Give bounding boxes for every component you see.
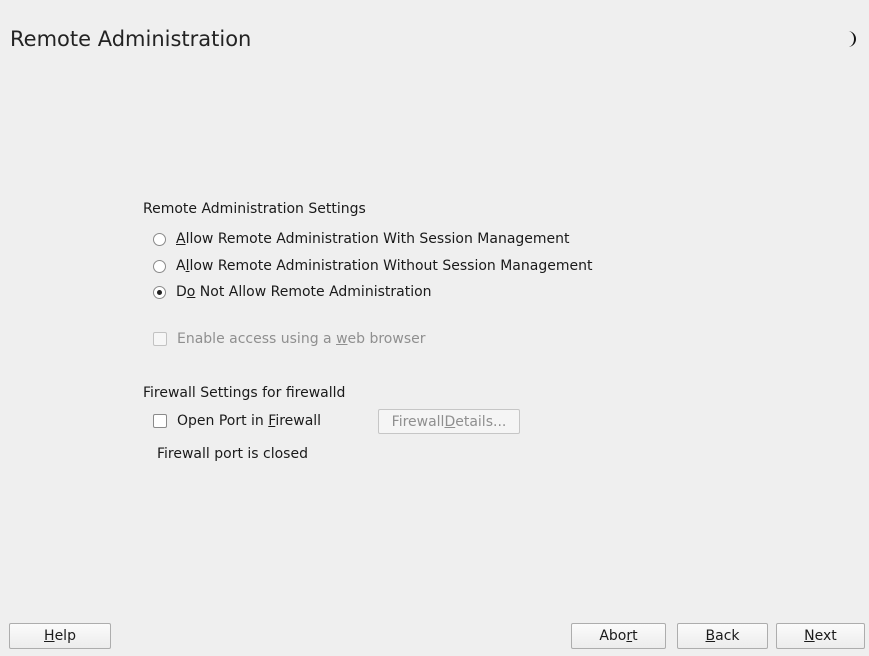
web-access-checkbox-row[interactable]: Enable access using a web browser bbox=[153, 329, 425, 349]
firewall-group-label: Firewall Settings for firewalld bbox=[143, 385, 346, 401]
firewall-details-button[interactable]: Firewall Details... bbox=[378, 409, 520, 434]
radio-do-not-allow[interactable]: Do Not Allow Remote Administration bbox=[153, 282, 432, 302]
open-port-checkbox[interactable] bbox=[153, 414, 167, 428]
radio-button[interactable] bbox=[153, 232, 166, 246]
radio-button[interactable] bbox=[153, 259, 166, 273]
firewall-status-text: Firewall port is closed bbox=[157, 446, 308, 462]
web-access-checkbox[interactable] bbox=[153, 332, 167, 346]
web-access-label: Enable access using a web browser bbox=[177, 331, 426, 347]
abort-button[interactable]: Abo r t bbox=[571, 623, 666, 649]
radio-allow-without-session[interactable]: Allow Remote Administration Without Sess… bbox=[153, 256, 592, 276]
open-port-checkbox-row[interactable]: Open Port in Firewall bbox=[153, 411, 321, 431]
radio-label: Do Not Allow Remote Administration bbox=[176, 284, 432, 300]
radio-button-selected[interactable] bbox=[153, 285, 166, 299]
remote-admin-group-label: Remote Administration Settings bbox=[143, 201, 366, 217]
back-button[interactable]: Back bbox=[677, 623, 768, 649]
next-button[interactable]: Next bbox=[776, 623, 865, 649]
radio-label: Allow Remote Administration With Session… bbox=[176, 231, 570, 247]
radio-label: Allow Remote Administration Without Sess… bbox=[176, 258, 593, 274]
open-port-label: Open Port in Firewall bbox=[177, 413, 322, 429]
radio-allow-with-session[interactable]: Allow Remote Administration With Session… bbox=[153, 229, 570, 249]
moon-logo-icon bbox=[848, 31, 856, 47]
help-button[interactable]: Help bbox=[9, 623, 111, 649]
page-title: Remote Administration bbox=[10, 27, 252, 51]
